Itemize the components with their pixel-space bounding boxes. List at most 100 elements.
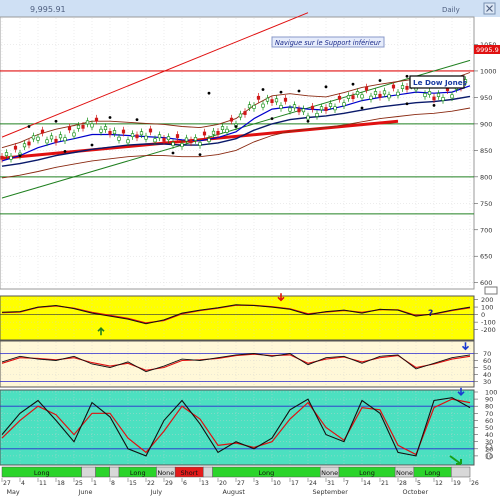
day-label: 11 xyxy=(39,480,47,487)
candle-body xyxy=(319,106,324,111)
swing-marker xyxy=(198,153,202,156)
candle-body xyxy=(364,86,369,91)
day-label: 6 xyxy=(183,480,187,487)
candle-body xyxy=(333,106,337,111)
stochastic-panel: 100908070605040302010 xyxy=(0,387,497,466)
candle-body xyxy=(346,95,351,99)
candle-body xyxy=(265,97,270,102)
candle-body xyxy=(94,117,99,122)
swing-marker xyxy=(297,89,301,93)
swing-marker xyxy=(63,150,67,153)
candle-body xyxy=(423,93,427,97)
index-label: Le Dow Jones xyxy=(413,78,467,87)
candle-body xyxy=(108,130,112,135)
day-label: 27 xyxy=(3,480,11,487)
candle-body xyxy=(58,134,63,139)
candle-body xyxy=(373,91,378,95)
chart-canvas: 9,995.91 Daily 600 650 700 750 800 850 900 950 1… xyxy=(0,0,500,496)
candle-body xyxy=(310,105,315,110)
candle-body xyxy=(432,96,436,101)
swing-marker xyxy=(171,151,175,155)
oscillator-1-bg xyxy=(0,295,475,341)
candle-body xyxy=(144,135,148,140)
day-label: 26 xyxy=(471,480,479,487)
day-label: 8 xyxy=(111,480,115,487)
candle-body xyxy=(135,134,139,139)
stochastic-y-axis: 100908070605040302010 xyxy=(474,389,497,460)
signal-segment-label: Short xyxy=(180,469,198,477)
scale-toggle-icon[interactable] xyxy=(484,286,498,295)
candle-body xyxy=(4,152,9,156)
candle-body xyxy=(441,97,445,101)
signal-segment-long xyxy=(95,466,110,478)
candle-body xyxy=(22,143,27,148)
signal-segment-label: Long xyxy=(259,469,275,477)
signal-segment-none xyxy=(451,466,471,478)
candle-body xyxy=(54,138,58,143)
day-label: 24 xyxy=(309,480,317,487)
candle-body xyxy=(175,134,180,138)
candle-body xyxy=(238,113,243,118)
signal-segment-label: Long xyxy=(359,469,375,477)
price-y-tick-label: 650 xyxy=(480,253,492,261)
candle-body xyxy=(166,136,171,141)
candle-body xyxy=(328,103,333,107)
swing-marker xyxy=(90,143,94,147)
swing-marker xyxy=(405,74,409,78)
candle-body xyxy=(13,145,18,150)
candle-body xyxy=(189,139,193,144)
candle-body xyxy=(225,128,229,133)
candle-body xyxy=(427,91,432,95)
candle-body xyxy=(207,138,211,142)
candle-body xyxy=(63,137,67,142)
day-label: 31 xyxy=(327,480,335,487)
candle-body xyxy=(31,135,36,140)
candle-body xyxy=(117,136,121,141)
day-label: 27 xyxy=(237,480,245,487)
swing-marker xyxy=(108,116,112,119)
candle-body xyxy=(360,94,364,99)
swing-marker xyxy=(135,118,139,122)
candle-body xyxy=(103,126,108,131)
price-y-tick-label: 750 xyxy=(480,200,492,208)
candle-body xyxy=(382,90,387,95)
day-label: 17 xyxy=(291,480,299,487)
day-label: 5 xyxy=(417,480,421,487)
swing-marker xyxy=(18,154,22,158)
candle-body xyxy=(324,107,328,111)
osc1-y-tick-label: -200 xyxy=(481,326,496,334)
day-label: 7 xyxy=(345,480,349,487)
day-label: 10 xyxy=(273,480,281,487)
last-value-label: 9995.9 xyxy=(476,46,499,54)
day-label: 18 xyxy=(57,480,65,487)
candle-body xyxy=(72,132,76,137)
period-label[interactable]: Daily xyxy=(442,6,460,14)
candle-body xyxy=(216,130,220,135)
swing-marker xyxy=(27,125,31,128)
candle-body xyxy=(193,137,198,141)
price-y-tick-label: 1000 xyxy=(480,67,497,75)
candle-body xyxy=(450,94,454,99)
osc2-y-tick-label: 30 xyxy=(483,378,491,386)
swing-marker xyxy=(54,119,58,123)
day-label: 19 xyxy=(453,480,461,487)
month-label: August xyxy=(223,488,246,496)
candle-body xyxy=(180,143,184,147)
oscillator-2-y-axis: 7060504030 xyxy=(474,350,491,386)
candle-body xyxy=(121,129,126,134)
candle-body xyxy=(243,111,247,115)
candle-body xyxy=(355,91,360,95)
candle-body xyxy=(90,123,94,128)
month-label: June xyxy=(78,488,93,496)
candle-body xyxy=(184,137,189,142)
swing-marker xyxy=(378,79,382,82)
day-label: 20 xyxy=(219,480,227,487)
signal-strip: Long Long None Short Long None Long None Long xyxy=(1,466,471,478)
price-y-tick-label: 800 xyxy=(480,173,492,181)
candle-body xyxy=(256,95,261,100)
candle-body xyxy=(436,93,441,97)
candle-body xyxy=(99,128,103,133)
candle-body xyxy=(405,85,409,90)
swing-marker xyxy=(351,82,355,86)
day-label: 15 xyxy=(129,480,137,487)
